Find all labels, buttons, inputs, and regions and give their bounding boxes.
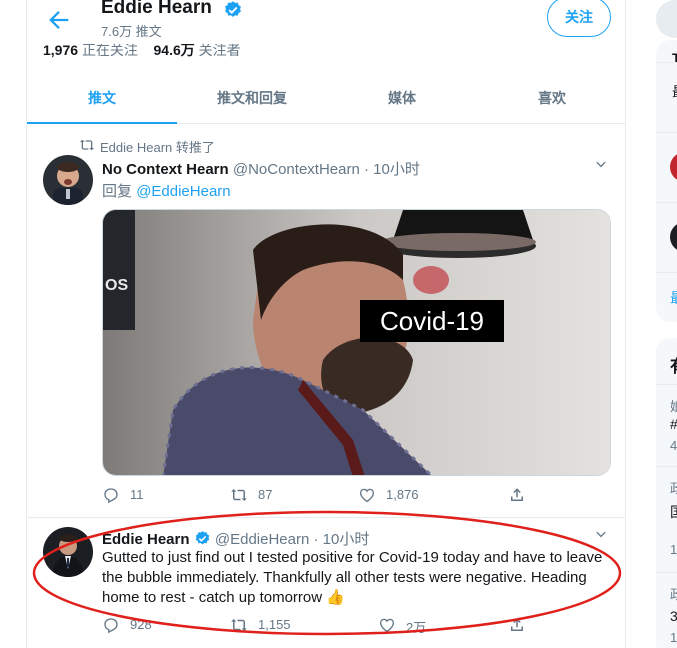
trend-name[interactable]: 国 [670,502,677,522]
author-name[interactable]: No Context Hearn [102,161,229,178]
reply-count: 11 [130,487,144,502]
verified-badge-icon [195,531,209,545]
trend-name[interactable]: # [670,416,677,432]
jersey-text: OS [105,277,128,294]
trend-count: 1 [670,542,677,557]
retweet-icon [231,619,247,631]
following-label[interactable]: 正在关注 [82,42,138,58]
reply-mention-link[interactable]: @EddieHearn [136,183,230,200]
tweet-header: No Context Hearn @NoContextHearn · 10小时 [102,158,420,179]
tweet-actions: 11 87 1,876 [102,485,542,505]
separator-dot: · [313,531,319,548]
thumbs-up-emoji: 👍 [326,589,345,606]
retweet-count: 87 [258,487,273,502]
reply-icon [104,488,118,504]
trend-count: 1 [670,630,677,645]
trend-name[interactable]: 3 [670,608,677,624]
retweet-small-icon [80,139,94,151]
heart-icon [379,618,395,633]
author-name[interactable]: Eddie Hearn [102,531,190,548]
panel-glyph[interactable]: 最 [672,82,677,102]
share-icon [511,618,523,631]
trend-context: 政 [670,587,677,602]
tweet-header: Eddie Hearn @EddieHearn · 10小时 [102,528,369,549]
trends-panel: 有 娘 # 4 政 国 1 政 3 1 [656,338,677,648]
tweet-own[interactable]: Eddie Hearn @EddieHearn · 10小时 Gutted to… [27,519,625,648]
tab-media[interactable]: 媒体 [327,74,477,123]
reply-icon [104,618,118,634]
reply-count: 928 [130,617,152,632]
reply-context: 回复 @EddieHearn [102,180,231,201]
right-sidebar: T 最 最 有 娘 # 4 政 国 1 政 3 1 [656,0,677,648]
heart-icon [359,488,375,503]
tab-likes[interactable]: 喜欢 [477,74,625,123]
avatar-image [43,155,93,205]
share-icon [511,488,523,501]
tab-tweets-and-replies[interactable]: 推文和回复 [177,74,327,123]
followers-count[interactable]: 94.6万 [154,42,195,58]
chevron-down-icon[interactable] [593,527,609,543]
chevron-down-icon[interactable] [593,157,609,173]
profile-header: Eddie Hearn 7.6万 推文 关注 [27,0,625,44]
retweet-icon [231,489,247,501]
trend-context: 政 [670,481,677,496]
show-more-link[interactable]: 最 [670,288,677,308]
separator-dot: · [363,161,369,178]
search-box[interactable] [656,0,677,38]
tab-tweets[interactable]: 推文 [27,74,177,124]
profile-name: Eddie Hearn [101,0,212,18]
trend-context: 娘 [670,399,677,414]
followers-label[interactable]: 关注者 [199,42,241,58]
avatar[interactable] [670,222,677,252]
panel-glyph: T [672,50,677,66]
tweet-text: Gutted to just find out I tested positiv… [102,548,617,608]
like-count: 1,876 [386,487,419,502]
tweet-retweeted[interactable]: Eddie Hearn 转推了 No Context Hearn @NoCont… [27,125,625,518]
profile-tabs: 推文 推文和回复 媒体 喜欢 [27,74,625,124]
follow-button[interactable]: 关注 [547,0,611,37]
back-button[interactable] [45,6,73,34]
avatar[interactable] [43,155,93,205]
tweet-media-video[interactable]: OS Covid-19 [102,209,611,476]
author-handle[interactable]: @NoContextHearn [233,161,360,178]
arrow-left-icon [49,11,69,29]
video-frame-image: OS Covid-19 [103,210,610,475]
retweeted-by-label[interactable]: Eddie Hearn 转推了 [100,137,215,156]
author-handle[interactable]: @EddieHearn [215,531,309,548]
trend-count: 4 [670,438,677,453]
avatar-image [43,527,93,577]
verified-badge-icon [225,1,241,17]
reply-prefix: 回复 [102,183,133,200]
tweet-actions: 928 1,155 2万 [102,615,542,635]
avatar[interactable] [670,152,677,182]
suggestions-panel: T 最 最 [656,40,677,322]
tweet-body: Gutted to just find out I tested positiv… [102,549,603,606]
tweet-time[interactable]: 10小时 [323,531,370,548]
tweet-count: 7.6万 推文 [101,24,162,39]
like-count: 2万 [406,620,427,635]
following-count[interactable]: 1,976 [43,42,78,58]
avatar[interactable] [43,527,93,577]
main-column: 1,976 正在关注 94.6万 关注者 Eddie Hearn 7.6万 推文… [26,0,626,648]
retweet-count: 1,155 [258,617,291,632]
tweet-time[interactable]: 10小时 [373,161,420,178]
media-caption: Covid-19 [380,306,484,336]
trends-title: 有 [670,352,677,377]
